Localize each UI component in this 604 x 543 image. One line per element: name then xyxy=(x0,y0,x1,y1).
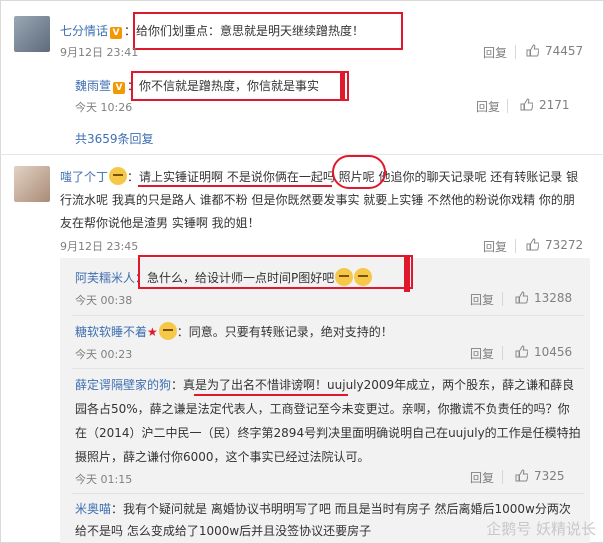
separator xyxy=(502,470,503,484)
comment-text: 行流水呢 我真的只是路人 谁都不粉 但是你既然要发事实 就要上实锤 不然他的粉说… xyxy=(60,193,575,207)
highlight-box xyxy=(133,12,403,50)
comment-text: 给不是吗 怎么变成给了1000w后并且没签协议还要房子 xyxy=(75,524,372,538)
watermark: 企鹅号 妖精说长 xyxy=(486,520,596,538)
reply-button[interactable]: 回复 xyxy=(483,44,507,61)
comment-text: 在（2014）沪二中民一（民）终字第2894号判决里面明确说明自己在uujuly… xyxy=(75,426,581,440)
divider xyxy=(0,154,604,155)
star-icon: ★ xyxy=(147,325,158,339)
highlight-box xyxy=(131,71,349,101)
highlight-underline xyxy=(194,394,348,396)
separator xyxy=(515,239,516,253)
highlight-circle xyxy=(332,155,386,189)
separator xyxy=(507,99,508,113)
highlight-box xyxy=(138,255,413,289)
separator xyxy=(515,45,516,59)
username-link[interactable]: 嗤了个丁 xyxy=(60,170,108,184)
like-count: 10456 xyxy=(534,345,573,359)
thumbs-up-icon xyxy=(515,469,528,482)
like-count: 74457 xyxy=(545,44,584,58)
comment-line: 米奥喵：我有个疑问就是 离婚协议书明明写了吧 而且是当时有房子 然后离婚后100… xyxy=(75,502,571,516)
like-button[interactable]: 10456 xyxy=(515,345,572,359)
username-link[interactable]: 薛定谔隔壁家的狗 xyxy=(75,378,171,392)
highlight-underline xyxy=(138,185,332,187)
divider xyxy=(72,315,584,316)
timestamp: 今天 10:26 xyxy=(75,101,133,114)
timestamp: 今天 00:23 xyxy=(75,348,133,361)
more-replies-link[interactable]: 共3659条回复 xyxy=(75,130,154,148)
divider xyxy=(72,368,584,369)
like-count: 7325 xyxy=(534,469,565,483)
emoji-icon xyxy=(158,322,177,340)
comment-text: 园各占50%，薛之谦是法定代表人，工商登记至今未变更过。亲啊，你撒谎不负责任的吗… xyxy=(75,402,570,416)
like-button[interactable]: 13288 xyxy=(515,291,572,305)
username-link[interactable]: 魏雨萱 xyxy=(75,79,111,93)
like-button[interactable]: 2171 xyxy=(520,98,570,112)
like-count: 2171 xyxy=(539,98,570,112)
username-link[interactable]: 米奥喵 xyxy=(75,502,111,516)
like-count: 13288 xyxy=(534,291,573,305)
timestamp: 今天 01:15 xyxy=(75,473,133,486)
separator xyxy=(502,292,503,306)
username-link[interactable]: 阿芙糯米人 xyxy=(75,271,135,285)
username-link[interactable]: 糖软软睡不着 xyxy=(75,325,147,339)
comment-text: 友在帮你说他是渣男 实锤啊 我的姐！ xyxy=(60,216,260,230)
thumbs-up-icon xyxy=(526,44,539,57)
thumbs-up-icon xyxy=(526,238,539,251)
comment-text: 真是为了出名不惜诽谤啊！uujuly2009年成立，两个股东，薛之谦和薛良 xyxy=(183,378,575,392)
comment-text: 同意。只要有转账记录，绝对支持的！ xyxy=(188,325,393,339)
comment-line: 糖软软睡不着★ ：同意。只要有转账记录，绝对支持的！ xyxy=(75,322,393,341)
comment-line: 薛定谔隔壁家的狗：真是为了出名不惜诽谤啊！uujuly2009年成立，两个股东，… xyxy=(75,378,575,392)
divider xyxy=(72,493,584,494)
reply-button[interactable]: 回复 xyxy=(470,291,494,308)
like-button[interactable]: 7325 xyxy=(515,469,565,483)
thumbs-up-icon xyxy=(515,291,528,304)
reply-button[interactable]: 回复 xyxy=(483,238,507,255)
comment-text: 我有个疑问就是 离婚协议书明明写了吧 而且是当时有房子 然后离婚后1000w分两… xyxy=(123,502,571,516)
avatar[interactable] xyxy=(14,16,50,52)
timestamp: 9月12日 23:45 xyxy=(60,240,139,253)
emoji-icon xyxy=(109,167,128,185)
like-button[interactable]: 74457 xyxy=(526,44,583,58)
highlight-bar xyxy=(404,256,410,292)
reply-button[interactable]: 回复 xyxy=(470,345,494,362)
thumbs-up-icon xyxy=(520,98,533,111)
separator xyxy=(502,346,503,360)
comment-line: 嗤了个丁 ：请上实锤证明啊 不是说你俩在一起吗 照片呢 他追你的聊天记录呢 还有转… xyxy=(60,167,578,186)
verified-badge-icon: V xyxy=(113,82,126,94)
username-link[interactable]: 七分情话 xyxy=(60,24,108,38)
timestamp: 9月12日 23:41 xyxy=(60,46,139,59)
thumbs-up-icon xyxy=(515,345,528,358)
like-count: 73272 xyxy=(545,238,584,252)
reply-button[interactable]: 回复 xyxy=(470,469,494,486)
verified-badge-icon: V xyxy=(110,27,123,39)
avatar[interactable] xyxy=(14,166,50,202)
like-button[interactable]: 73272 xyxy=(526,238,583,252)
timestamp: 今天 00:38 xyxy=(75,294,133,307)
comment-text: 摄照片，薛之谦付你6000，这个事实已经过法院认可。 xyxy=(75,450,370,464)
reply-button[interactable]: 回复 xyxy=(476,98,500,115)
highlight-bar xyxy=(340,72,345,100)
